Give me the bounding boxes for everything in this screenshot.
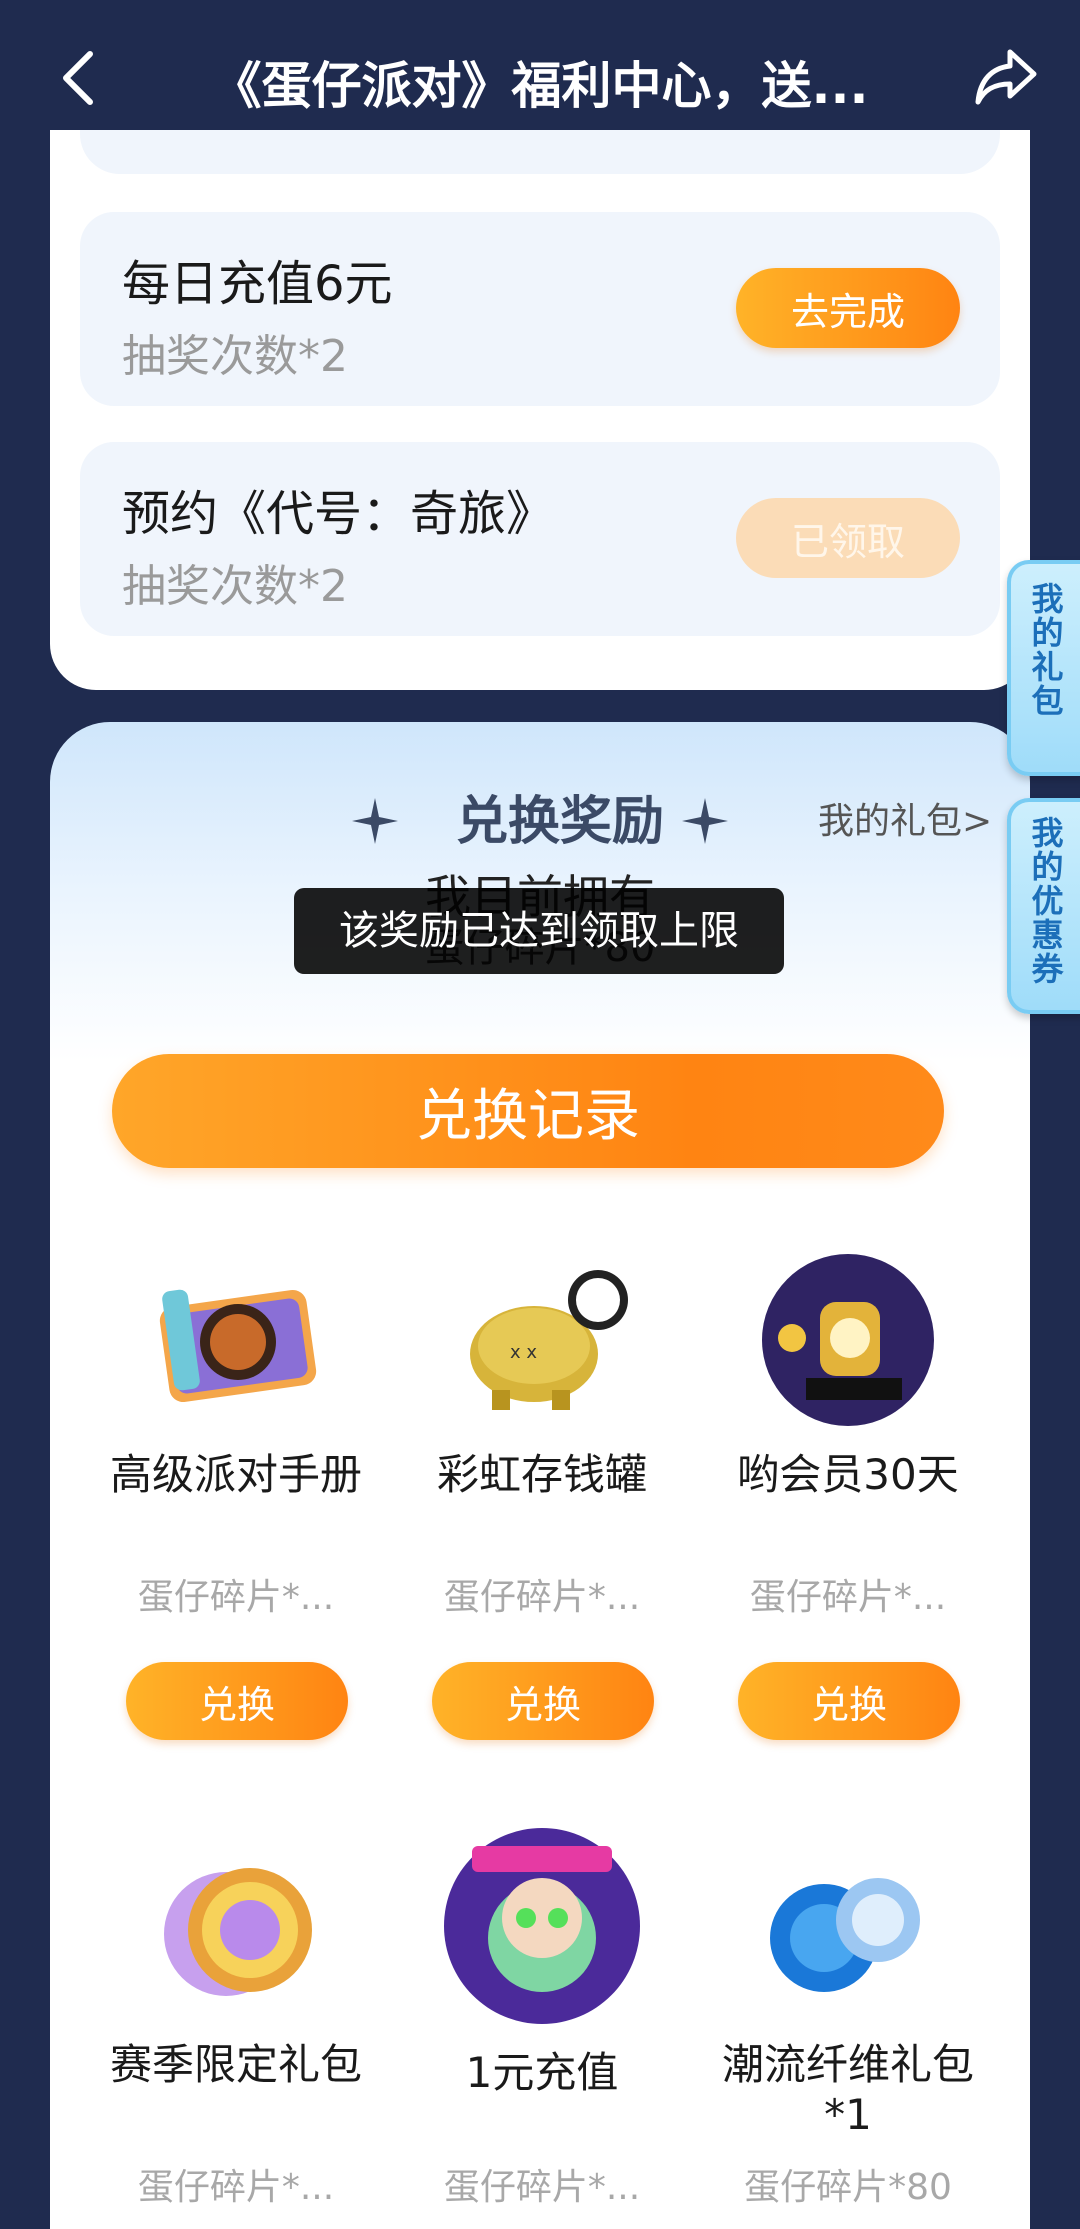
reward-cost: 蛋仔碎片*...	[749, 1577, 947, 1618]
my-gift-link[interactable]: 我的礼包>	[818, 782, 992, 862]
task-card: 每日充值6元 抽奖次数*2 去完成 预约《代号：奇旅》 抽奖次数*2 已领取	[50, 130, 1030, 690]
reward-cost: 蛋仔碎片*80	[744, 2167, 952, 2208]
reward-name: 1元充值	[465, 2048, 619, 2097]
piggy-bank-image: x x	[470, 1270, 628, 1410]
side-tab-label: 我的优惠券	[1031, 814, 1064, 988]
exchange-button[interactable]: 兑换	[126, 1662, 348, 1740]
reward-cost: 蛋仔碎片*...	[137, 2167, 335, 2208]
party-handbook-image	[159, 1289, 317, 1403]
my-gift-side-tab[interactable]: 我的礼包	[1007, 560, 1080, 776]
toast-message: 该奖励已达到领取上限	[294, 888, 784, 974]
task-reward: 抽奖次数*2	[122, 331, 348, 382]
exchange-button[interactable]: 兑换	[432, 1662, 654, 1740]
exchange-button[interactable]: 兑换	[738, 1662, 960, 1740]
fiber-gift-image	[770, 1878, 920, 1992]
share-icon[interactable]	[970, 42, 1042, 114]
side-tab-label: 我的礼包	[1031, 580, 1064, 720]
reward-name: 赛季限定礼包	[109, 2040, 362, 2089]
reward-cost: 蛋仔碎片*...	[443, 2167, 641, 2208]
task-row-reserve: 预约《代号：奇旅》 抽奖次数*2 已领取	[80, 442, 1000, 636]
recharge-image	[444, 1828, 640, 2024]
membership-image	[762, 1254, 934, 1426]
season-gift-image	[164, 1868, 312, 1996]
task-title: 每日充值6元	[122, 256, 393, 312]
reward-name: 高级派对手册	[109, 1450, 362, 1499]
go-complete-button[interactable]: 去完成	[736, 268, 960, 348]
task-row-recharge: 每日充值6元 抽奖次数*2 去完成	[80, 212, 1000, 406]
task-title: 预约《代号：奇旅》	[122, 486, 555, 542]
task-reward: 抽奖次数*2	[122, 561, 348, 612]
page-title: 《蛋仔派对》福利中心，送...	[211, 57, 869, 115]
reward-name: 彩虹存钱罐	[436, 1450, 647, 1499]
chevron-left-icon[interactable]	[52, 48, 112, 108]
reward-cost: 蛋仔碎片*...	[443, 1577, 641, 1618]
exchange-records-button[interactable]: 兑换记录	[112, 1054, 944, 1168]
claimed-button: 已领取	[736, 498, 960, 578]
my-coupon-side-tab[interactable]: 我的优惠券	[1007, 798, 1080, 1014]
reward-cost: 蛋仔碎片*...	[137, 1577, 335, 1618]
reward-name: 哟会员30天	[737, 1450, 959, 1499]
svg-text:x x: x x	[510, 1342, 537, 1363]
sparkle-icon	[682, 798, 728, 844]
previous-task-strip	[80, 130, 1000, 174]
reward-name: 潮流纤维礼包*1	[721, 2040, 974, 2139]
